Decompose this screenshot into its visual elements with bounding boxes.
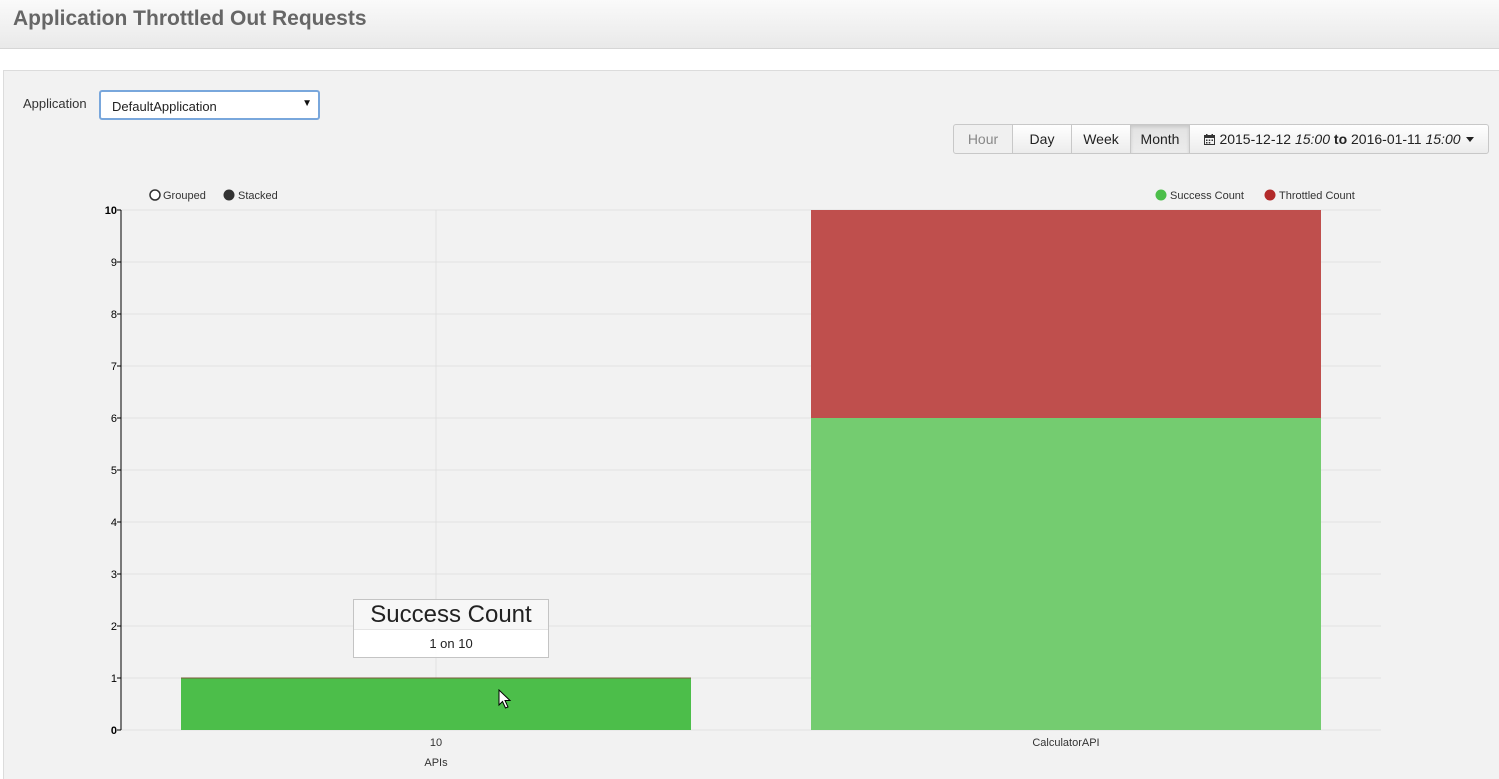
grouped-toggle[interactable]: Grouped [149, 189, 206, 202]
x-axis-title: APIs [424, 757, 448, 769]
legend-label: Throttled Count [1279, 190, 1355, 202]
x-tick-label: 10 [430, 737, 442, 749]
y-tick-label: 10 [105, 205, 117, 217]
y-tick-label: 7 [111, 361, 117, 373]
grouped-label: Grouped [163, 190, 206, 202]
y-tick-label: 8 [111, 309, 117, 321]
y-tick-label: 5 [111, 465, 117, 477]
bar-chart: 0 1 2 3 4 5 6 7 8 9 10 10 CalculatorAPI APIs Grouped … [105, 189, 1381, 769]
y-tick-label: 0 [111, 725, 117, 737]
grouped-radio-icon [149, 189, 161, 201]
stacked-label: Stacked [238, 190, 278, 202]
chart-tooltip: Success Count 1 on 10 [353, 599, 549, 658]
y-tick-label: 2 [111, 621, 117, 633]
y-tick-label: 4 [111, 517, 117, 529]
tooltip-body: 1 on 10 [429, 636, 473, 651]
legend-item-success-count[interactable]: Success Count [1155, 189, 1244, 203]
bar-throttled-count[interactable] [811, 210, 1321, 418]
stacked-toggle[interactable]: Stacked [223, 189, 278, 203]
legend-item-throttled-count[interactable]: Throttled Count [1264, 189, 1355, 203]
bar-success-count[interactable] [181, 678, 691, 730]
bar-success-count[interactable] [811, 418, 1321, 730]
y-tick-label: 1 [111, 673, 117, 685]
tooltip-title: Success Count [354, 600, 548, 630]
legend-dot [1264, 189, 1276, 201]
x-tick-label: CalculatorAPI [1032, 737, 1099, 749]
legend-label: Success Count [1170, 190, 1244, 202]
legend-dot [1155, 189, 1167, 201]
legend: Success Count Throttled Count [1155, 189, 1355, 203]
mouse-cursor-icon [498, 689, 512, 709]
y-tick-label: 3 [111, 569, 117, 581]
y-tick-label: 6 [111, 413, 117, 425]
y-tick-label: 9 [111, 257, 117, 269]
stacked-radio-icon [223, 189, 235, 201]
chart-controls: Grouped Stacked [149, 189, 278, 203]
